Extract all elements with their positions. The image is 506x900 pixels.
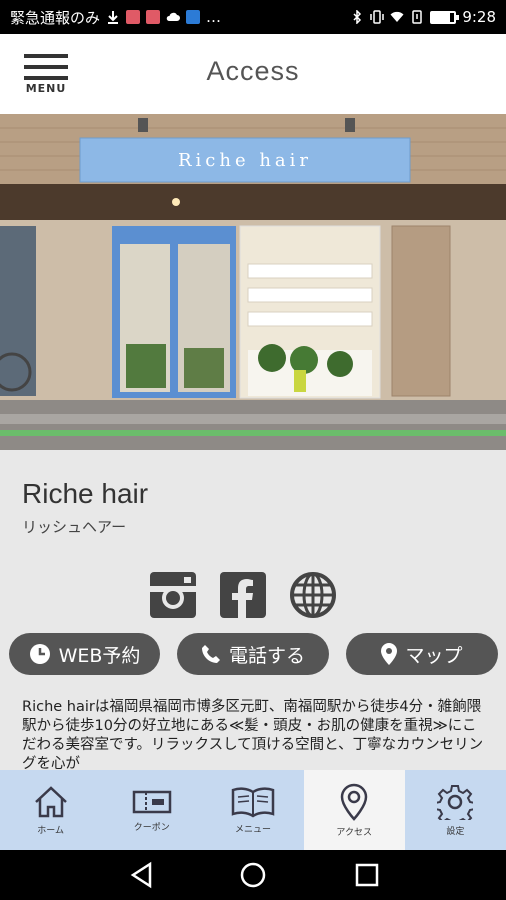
wifi-icon	[390, 11, 404, 22]
call-label: 電話する	[228, 644, 305, 667]
clock: 9:28	[462, 8, 496, 26]
web-booking-label: WEB予約	[58, 644, 141, 667]
carrier-text: 緊急通報のみ	[10, 8, 101, 27]
tab-label: 設定	[446, 826, 465, 837]
clock-icon	[29, 644, 50, 664]
bottom-tab-bar: ホーム クーポン メニュー アクセス 設定	[0, 770, 506, 850]
shop-details: Riche hair リッシュヘアー WEB予約 電話する マップ Riche …	[0, 450, 506, 772]
tab-label: クーポン	[133, 822, 170, 833]
vibrate-icon	[370, 10, 385, 24]
tab-label: ホーム	[37, 825, 64, 836]
download-icon	[108, 11, 119, 24]
home-nav-icon[interactable]	[240, 862, 266, 888]
app-header: MENU Access	[0, 34, 506, 114]
data-saver-icon	[412, 10, 423, 24]
coupon-icon	[132, 790, 172, 813]
system-nav-icons	[130, 861, 379, 889]
battery-icon	[430, 10, 460, 24]
status-bar: 緊急通報のみ … 9:28	[0, 0, 506, 34]
tab-menu[interactable]: メニュー	[202, 770, 303, 850]
tab-coupon[interactable]: クーポン	[101, 770, 202, 850]
instagram-icon[interactable]	[148, 570, 198, 620]
recents-icon[interactable]	[355, 863, 379, 887]
map-pin-icon	[381, 643, 398, 665]
storefront-photo: Riche hair	[0, 114, 506, 450]
map-pin-icon	[340, 783, 368, 821]
home-icon	[34, 785, 67, 817]
map-button[interactable]: マップ	[346, 633, 498, 675]
notification-badge-icon	[146, 10, 161, 24]
shop-description: Riche hairは福岡県福岡市博多区元町、南福岡駅から徒歩4分・雑餉隈駅から…	[22, 699, 484, 772]
tab-label: メニュー	[235, 824, 272, 835]
shop-name-kana: リッシュヘアー	[22, 518, 127, 536]
globe-icon[interactable]	[288, 570, 338, 620]
app-notification-icon	[186, 10, 201, 24]
tab-home[interactable]: ホーム	[0, 770, 101, 850]
shop-name: Riche hair	[22, 478, 149, 509]
back-icon[interactable]	[130, 861, 152, 889]
notification-badge-icon	[126, 10, 141, 24]
system-navigation-bar	[0, 850, 506, 900]
cloud-icon	[166, 12, 181, 21]
gear-icon	[437, 784, 474, 820]
call-button[interactable]: 電話する	[177, 633, 329, 675]
tab-settings[interactable]: 設定	[405, 770, 506, 850]
storefront-illustration: Riche hair	[0, 114, 506, 450]
phone-icon	[201, 645, 220, 663]
page-title: Access	[206, 56, 300, 86]
web-booking-button[interactable]: WEB予約	[9, 633, 160, 675]
tab-access[interactable]: アクセス	[303, 770, 405, 850]
menu-book-icon	[231, 786, 275, 818]
shop-sign: Riche hair	[178, 150, 312, 171]
bluetooth-icon	[353, 10, 362, 24]
facebook-icon[interactable]	[218, 570, 268, 620]
map-label: マップ	[405, 644, 463, 667]
tab-label: アクセス	[336, 827, 372, 838]
more-notifications: …	[206, 8, 222, 26]
